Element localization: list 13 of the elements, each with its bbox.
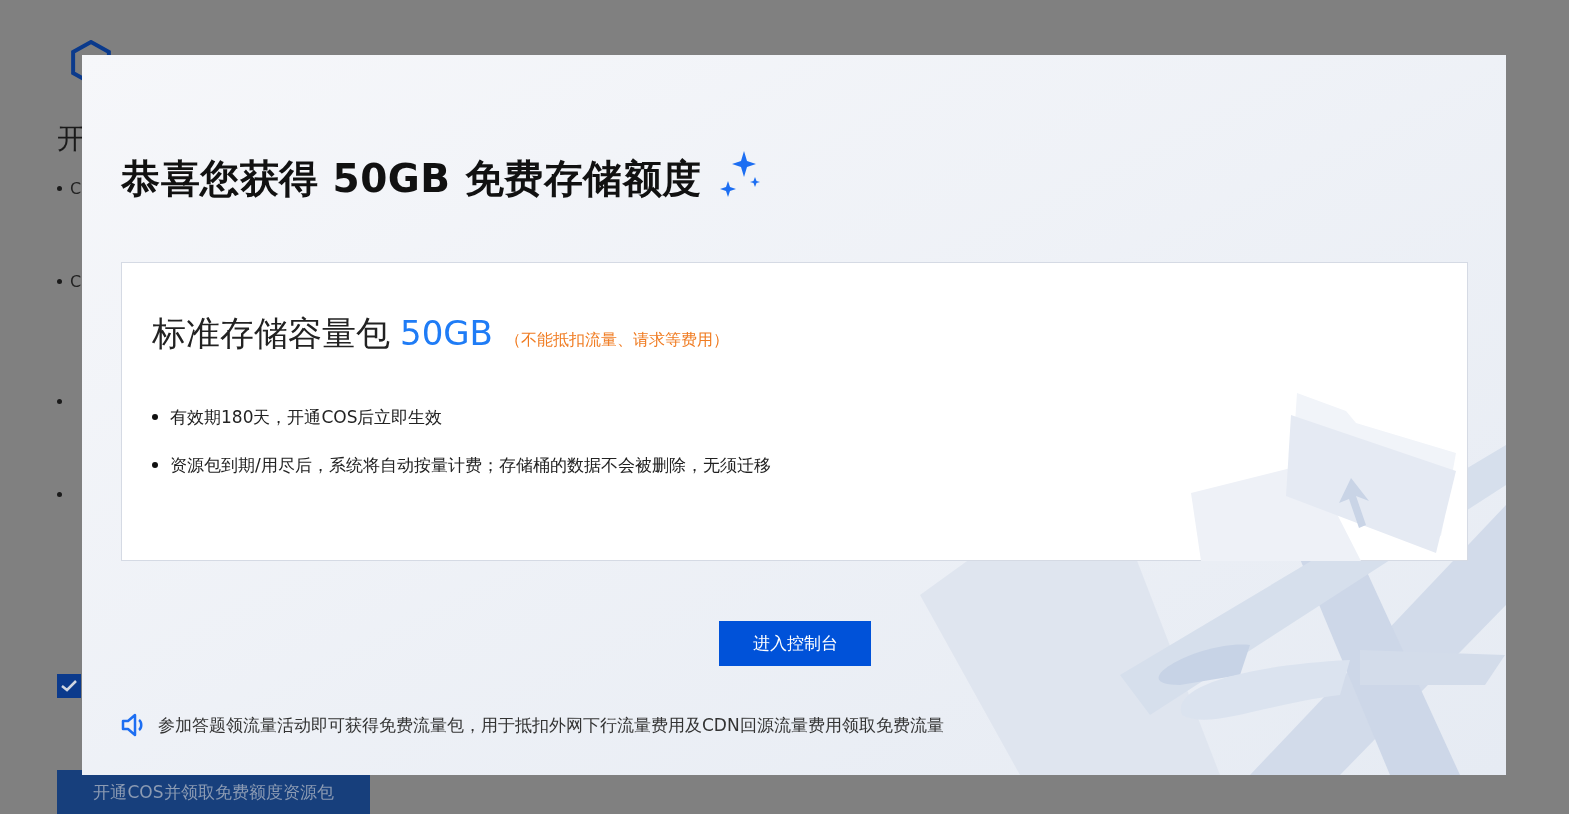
storage-amount: 50GB xyxy=(400,312,493,355)
page-heading: 开 xyxy=(57,121,85,157)
card-bullet-text: 有效期180天，开通COS后立即生效 xyxy=(170,406,443,429)
console-button[interactable]: 进入控制台 xyxy=(719,621,871,666)
agree-checkbox[interactable] xyxy=(57,674,81,698)
dialog-title: 恭喜您获得 50GB 免费存储额度 xyxy=(121,155,702,203)
card-note: （不能抵扣流量、请求等费用） xyxy=(504,329,729,351)
card-bullet-text: 资源包到期/用尽后，系统将自动按量计费；存储桶的数据不会被删除，无须迁移 xyxy=(170,454,771,477)
page-text: C xyxy=(70,178,82,200)
check-icon xyxy=(61,680,77,692)
notice-text: 参加答题领流量活动即可获得免费流量包，用于抵扣外网下行流量费用及CDN回源流量费用领取免费流量 xyxy=(158,714,944,737)
card-title: 标准存储容量包 xyxy=(152,312,390,355)
page-text: C xyxy=(70,271,82,293)
